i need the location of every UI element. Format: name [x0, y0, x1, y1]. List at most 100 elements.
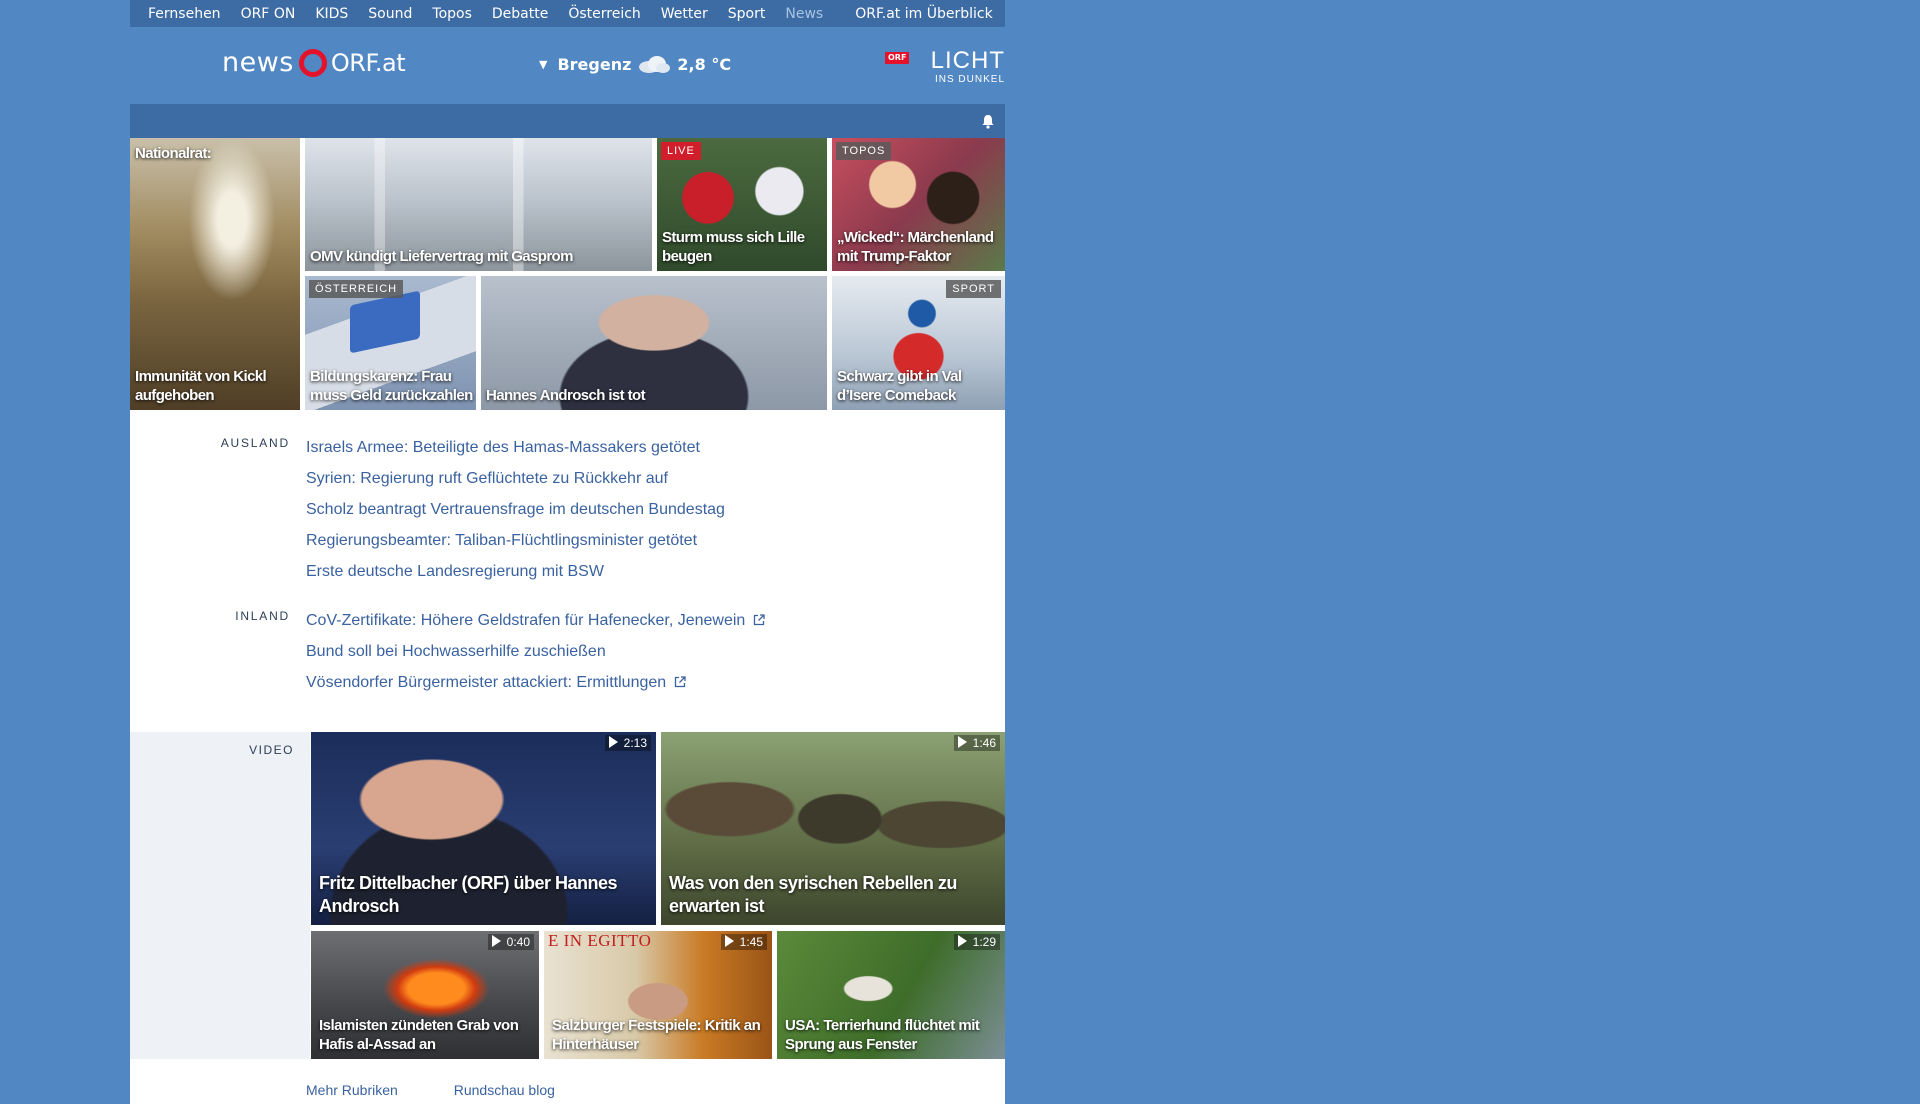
- ams-logo-image: [350, 290, 420, 354]
- video-tile[interactable]: 2:13 Fritz Dittelbacher (ORF) über Hanne…: [311, 732, 656, 925]
- story-tile-schwarz[interactable]: SPORT Schwarz gibt in Val d’Isere Comeba…: [832, 276, 1005, 410]
- site-header: news ORF.at ▼ Bregenz 2,8 °C ORF LICHT I…: [130, 27, 1005, 104]
- category-badge: SPORT: [946, 280, 1001, 298]
- chevron-down-icon: ▼: [539, 57, 548, 71]
- more-link[interactable]: Rundschau blog: [454, 1082, 555, 1098]
- play-icon: [608, 736, 618, 748]
- video-tile[interactable]: 1:46 Was von den syrischen Rebellen zu e…: [661, 732, 1005, 925]
- news-lists: AUSLAND Israels Armee: Beteiligte des Ha…: [130, 410, 1005, 732]
- category-badge: TOPOS: [836, 142, 892, 160]
- story-tile-title: Bildungskarenz: Frau muss Geld zurückzah…: [310, 368, 473, 404]
- story-tile-title: Hannes Androsch ist tot: [486, 387, 646, 404]
- news-orf-logo[interactable]: news ORF.at: [222, 47, 406, 78]
- play-icon: [491, 935, 501, 947]
- weather-temperature: 2,8 °C: [677, 54, 732, 74]
- video-tile[interactable]: E IN EGITTO 1:45 Salzburger Festspiele: …: [544, 931, 772, 1059]
- nav-item-fernsehen[interactable]: Fernsehen: [148, 6, 221, 22]
- page: Fernsehen ORF ON KIDS Sound Topos Debatt…: [130, 0, 1005, 1104]
- story-tile-wicked[interactable]: TOPOS „Wicked“: Märchenland mit Trump-Fa…: [832, 138, 1005, 271]
- story-tile-title: Schwarz gibt in Val d’Isere Comeback: [837, 368, 962, 404]
- live-badge: LIVE: [661, 142, 701, 160]
- news-link-text: Vösendorfer Bürgermeister attackiert: Er…: [306, 674, 667, 691]
- story-tile-sturm[interactable]: LIVE Sturm muss sich Lille beugen: [657, 138, 827, 271]
- video-title: Was von den syrischen Rebellen zu erwart…: [669, 873, 957, 916]
- nav-item-oesterreich[interactable]: Österreich: [568, 6, 640, 22]
- section-label: AUSLAND: [220, 436, 290, 450]
- video-duration: 1:29: [953, 934, 1000, 950]
- play-icon: [957, 935, 967, 947]
- section-ausland: AUSLAND Israels Armee: Beteiligte des Ha…: [130, 432, 1005, 587]
- video-overlay-text: E IN EGITTO: [548, 931, 652, 950]
- news-link[interactable]: Vösendorfer Bürgermeister attackiert: Er…: [306, 667, 765, 698]
- nav-item-news[interactable]: News: [785, 6, 823, 22]
- news-link[interactable]: Israels Armee: Beteiligte des Hamas-Mass…: [306, 432, 725, 463]
- duration-text: 1:45: [739, 935, 763, 949]
- licht-subtitle: INS DUNKEL: [934, 74, 1005, 85]
- nav-item-topos[interactable]: Topos: [432, 6, 471, 22]
- duration-text: 1:29: [972, 935, 996, 949]
- news-link-text: CoV-Zertifikate: Höhere Geldstrafen für …: [306, 612, 746, 629]
- top-navigation: Fernsehen ORF ON KIDS Sound Topos Debatt…: [130, 0, 1005, 27]
- weather-widget[interactable]: ▼ Bregenz 2,8 °C: [539, 54, 731, 74]
- news-link[interactable]: Scholz beantragt Vertrauensfrage im deut…: [306, 494, 725, 525]
- duration-text: 1:46: [972, 736, 996, 750]
- section-items: Israels Armee: Beteiligte des Hamas-Mass…: [306, 432, 725, 587]
- video-title: Islamisten zündeten Grab von Hafis al-As…: [319, 1017, 519, 1053]
- news-link[interactable]: Regierungsbeamter: Taliban-Flüchtlingsmi…: [306, 525, 725, 556]
- licht-word: LICHT: [930, 47, 1005, 74]
- video-sidebar: VIDEO: [130, 732, 310, 1059]
- logo-orf-text: ORF.at: [330, 48, 406, 77]
- story-tile-omv[interactable]: OMV kündigt Liefervertrag mit Gasprom: [305, 138, 652, 271]
- nav-item-sound[interactable]: Sound: [368, 6, 412, 22]
- video-title: USA: Terrierhund flüchtet mit Sprung aus…: [785, 1017, 980, 1053]
- licht-ins-dunkel-logo[interactable]: ORF LICHT INS DUNKEL: [885, 47, 1005, 89]
- story-tile-title: „Wicked“: Märchenland mit Trump-Faktor: [837, 229, 994, 265]
- external-link-icon: [754, 614, 765, 626]
- story-tile-nationalrat[interactable]: Nationalrat: Immunität von Kickl aufgeho…: [130, 138, 300, 410]
- story-tile-bildungskarenz[interactable]: ÖSTERREICH Bildungskarenz: Frau muss Gel…: [305, 276, 476, 410]
- video-title: Fritz Dittelbacher (ORF) über Hannes And…: [319, 873, 618, 916]
- category-badge: ÖSTERREICH: [309, 280, 404, 298]
- section-label: INLAND: [235, 609, 290, 623]
- video-duration: 2:13: [604, 735, 651, 751]
- top-stories-grid: Nationalrat: Immunität von Kickl aufgeho…: [130, 138, 1005, 410]
- story-tile-title: Sturm muss sich Lille beugen: [662, 229, 805, 265]
- duration-text: 2:13: [623, 736, 647, 750]
- news-link[interactable]: Erste deutsche Landesregierung mit BSW: [306, 556, 725, 587]
- section-items: CoV-Zertifikate: Höhere Geldstrafen für …: [306, 605, 765, 698]
- cloud-icon: [639, 56, 671, 73]
- nav-item-orf-on[interactable]: ORF ON: [241, 6, 296, 22]
- video-tile[interactable]: 1:29 USA: Terrierhund flüchtet mit Sprun…: [777, 931, 1005, 1059]
- nav-item-wetter[interactable]: Wetter: [661, 6, 708, 22]
- nav-item-overview[interactable]: ORF.at im Überblick: [855, 6, 992, 22]
- video-duration: 1:45: [720, 934, 767, 950]
- weather-city: Bregenz: [557, 54, 632, 74]
- play-icon: [724, 935, 734, 947]
- more-links-row: Mehr Rubriken Rundschau blog: [130, 1064, 1005, 1104]
- news-link[interactable]: Syrien: Regierung ruft Geflüchtete zu Rü…: [306, 463, 725, 494]
- more-link[interactable]: Mehr Rubriken: [306, 1082, 398, 1098]
- section-inland: INLAND CoV-Zertifikate: Höhere Geldstraf…: [130, 605, 1005, 698]
- play-icon: [957, 736, 967, 748]
- story-tile-title: Immunität von Kickl aufgehoben: [135, 368, 267, 404]
- nav-item-sport[interactable]: Sport: [728, 6, 766, 22]
- bell-icon[interactable]: [981, 114, 995, 129]
- notification-bar: [130, 104, 1005, 138]
- duration-text: 0:40: [506, 935, 530, 949]
- news-link[interactable]: Bund soll bei Hochwasserhilfe zuschießen: [306, 636, 765, 667]
- video-section: VIDEO 2:13 Fritz Dittelbacher (ORF) über…: [130, 732, 1005, 1064]
- nav-item-debatte[interactable]: Debatte: [492, 6, 548, 22]
- video-tile[interactable]: 0:40 Islamisten zündeten Grab von Hafis …: [311, 931, 539, 1059]
- logo-news-text: news: [222, 47, 294, 78]
- story-tile-androsch[interactable]: Hannes Androsch ist tot: [481, 276, 827, 410]
- story-tile-kicker: Nationalrat:: [135, 145, 212, 162]
- orf-badge: ORF: [885, 52, 910, 64]
- story-tile-title: OMV kündigt Liefervertrag mit Gasprom: [310, 248, 573, 265]
- nav-item-kids[interactable]: KIDS: [315, 6, 348, 22]
- orf-ring-icon: [298, 48, 327, 77]
- video-duration: 0:40: [487, 934, 534, 950]
- more-links: Mehr Rubriken Rundschau blog: [130, 1064, 1005, 1098]
- external-link-icon: [675, 676, 686, 688]
- news-link[interactable]: CoV-Zertifikate: Höhere Geldstrafen für …: [306, 605, 765, 636]
- section-label-video: VIDEO: [249, 743, 294, 757]
